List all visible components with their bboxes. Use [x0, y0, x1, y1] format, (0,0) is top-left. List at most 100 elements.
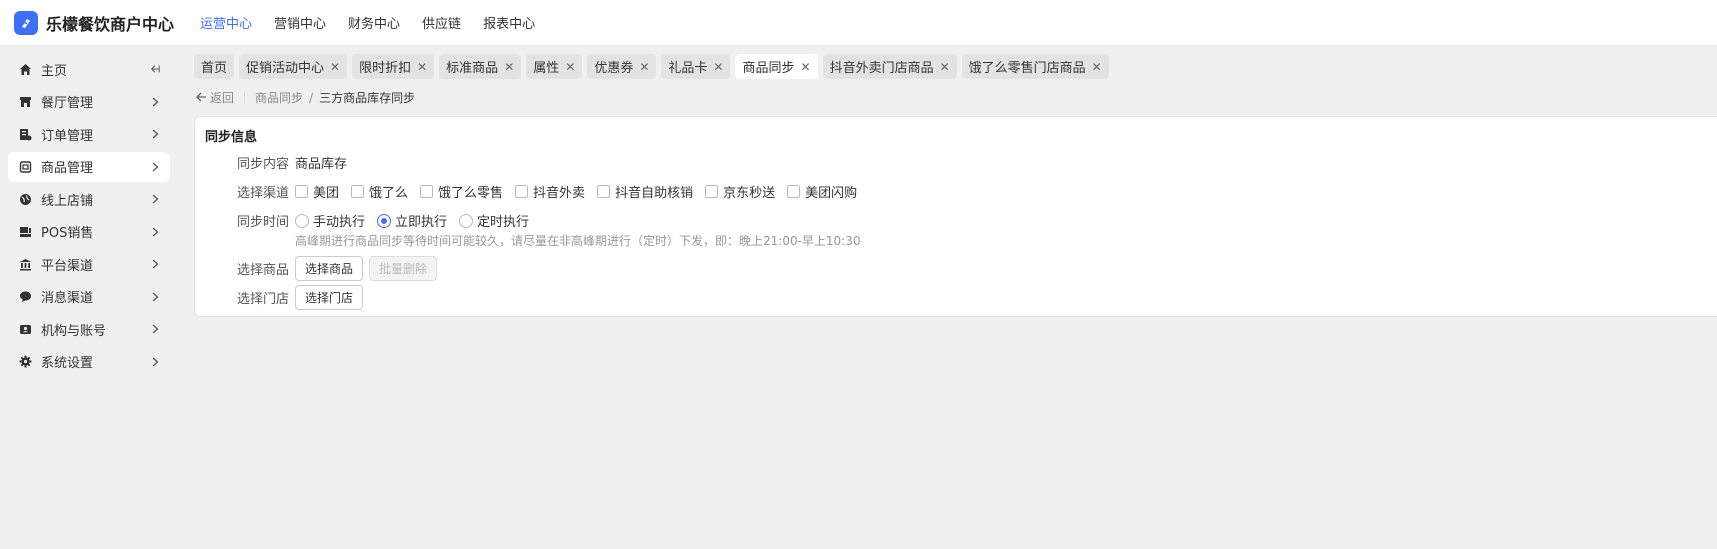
sidebar-item-goods[interactable]: 商品管理 [8, 151, 170, 182]
radio-immediate[interactable]: 立即执行 [377, 211, 447, 230]
channel-meituan-flash-checkbox[interactable]: 美团闪购 [787, 182, 857, 201]
tab-gift-card[interactable]: 礼品卡 ✕ [661, 54, 731, 79]
checkbox-box[interactable] [515, 185, 529, 198]
tab-attributes[interactable]: 属性 ✕ [526, 54, 583, 79]
tab-label: 标准商品 [446, 61, 499, 76]
sidebar-item-settings[interactable]: 系统设置 [8, 347, 170, 377]
close-icon[interactable]: ✕ [940, 60, 950, 74]
store-icon [18, 95, 32, 109]
collapse-sidebar-icon[interactable] [150, 64, 160, 74]
radio-circle[interactable] [459, 213, 474, 228]
checkbox-label: 饿了么 [369, 186, 409, 201]
back-label: 返回 [210, 91, 235, 105]
sidebar-item-message[interactable]: 消息渠道 [8, 282, 170, 312]
topnav-marketing[interactable]: 营销中心 [274, 13, 326, 32]
bank-icon [18, 257, 32, 271]
topnav-operations[interactable]: 运营中心 [200, 13, 252, 32]
close-icon[interactable]: ✕ [639, 60, 649, 74]
checkbox-box[interactable] [705, 185, 719, 198]
breadcrumb-parent[interactable]: 商品同步 [255, 89, 303, 106]
account-icon [18, 322, 32, 336]
sync-time-hint: 高峰期进行商品同步等待时间可能较久，请尽量在非高峰期进行（定时）下发，即：晚上2… [295, 234, 861, 248]
chevron-right-icon [150, 324, 160, 334]
sidebar-item-label: 平台渠道 [41, 258, 94, 274]
channel-douyin-delivery-checkbox[interactable]: 抖音外卖 [515, 182, 585, 201]
close-icon[interactable]: ✕ [801, 60, 811, 74]
tab-standard-goods[interactable]: 标准商品 ✕ [439, 54, 522, 79]
radio-manual[interactable]: 手动执行 [295, 211, 365, 230]
tab-label: 限时折扣 [359, 61, 412, 76]
tab-goods-sync[interactable]: 商品同步 ✕ [735, 54, 818, 79]
tab-promotion-center[interactable]: 促销活动中心 ✕ [239, 54, 348, 79]
tab-label: 首页 [201, 61, 228, 76]
sidebar: 主页 餐厅管理 订单管理 商品管理 线上店铺 POS销售 平台渠道 消息渠道 机… [0, 46, 178, 549]
topnav-reports[interactable]: 报表中心 [483, 13, 535, 32]
close-icon[interactable]: ✕ [504, 60, 514, 74]
close-icon[interactable]: ✕ [330, 60, 340, 74]
checkbox-box[interactable] [787, 185, 801, 198]
channel-meituan-checkbox[interactable]: 美团 [295, 182, 339, 201]
chevron-right-icon [150, 162, 160, 172]
sidebar-item-home[interactable]: 主页 [8, 54, 170, 84]
pos-icon [18, 225, 32, 239]
select-goods-button[interactable]: 选择商品 [295, 256, 364, 281]
checkbox-box[interactable] [351, 185, 365, 198]
goods-label: 选择商品 [237, 263, 290, 278]
breadcrumb-current: 三方商品库存同步 [319, 91, 416, 105]
radio-circle[interactable] [295, 213, 309, 228]
radio-label: 立即执行 [395, 215, 448, 230]
close-icon[interactable]: ✕ [1092, 60, 1102, 74]
tab-douyin-store-goods[interactable]: 抖音外卖门店商品 ✕ [822, 54, 957, 79]
tab-label: 商品同步 [742, 61, 795, 76]
row-sync-content: 同步内容 商品库存 [237, 153, 347, 172]
checkbox-label: 饿了么零售 [438, 186, 504, 201]
channel-jd-checkbox[interactable]: 京东秒送 [705, 182, 775, 201]
sidebar-item-platform[interactable]: 平台渠道 [8, 249, 170, 279]
channel-eleme-checkbox[interactable]: 饿了么 [351, 182, 408, 201]
brand-logo-icon [14, 10, 38, 35]
tab-bar: 首页 促销活动中心 ✕ 限时折扣 ✕ 标准商品 ✕ 属性 ✕ 优惠券 ✕ 礼品卡 ✕ 商品同… [194, 54, 1114, 79]
radio-circle[interactable] [377, 213, 392, 228]
checkbox-box[interactable] [597, 185, 611, 198]
topnav-supply-chain[interactable]: 供应链 [422, 13, 461, 32]
batch-delete-button[interactable]: 批量删除 [369, 256, 438, 281]
tab-home[interactable]: 首页 [194, 54, 235, 79]
checkbox-box[interactable] [420, 185, 434, 198]
globe-icon [18, 192, 32, 206]
sidebar-item-online-store[interactable]: 线上店铺 [8, 184, 170, 214]
message-icon [18, 290, 32, 304]
close-icon[interactable]: ✕ [417, 60, 427, 74]
back-button[interactable]: 返回 [196, 89, 234, 106]
top-nav: 运营中心 营销中心 财务中心 供应链 报表中心 [200, 13, 557, 32]
tab-coupons[interactable]: 优惠券 ✕ [587, 54, 657, 79]
tab-eleme-retail-store-goods[interactable]: 饿了么零售门店商品 ✕ [961, 54, 1109, 79]
sync-info-card: 同步信息 同步内容 商品库存 选择渠道 美团 饿了么 饿了么零售 抖音外卖 抖音… [194, 116, 1717, 317]
sidebar-item-label: 订单管理 [41, 128, 94, 144]
chevron-right-icon [150, 357, 160, 367]
radio-scheduled[interactable]: 定时执行 [459, 211, 529, 230]
tab-flash-discount[interactable]: 限时折扣 ✕ [352, 54, 435, 79]
channel-douyin-self-verify-checkbox[interactable]: 抖音自助核销 [597, 182, 693, 201]
sidebar-item-orders[interactable]: 订单管理 [8, 119, 170, 149]
close-icon[interactable]: ✕ [713, 60, 723, 74]
brand[interactable]: 乐檬餐饮商户中心 [0, 10, 200, 35]
sidebar-item-restaurant[interactable]: 餐厅管理 [8, 87, 170, 117]
tab-label: 促销活动中心 [246, 61, 325, 76]
row-goods: 选择商品 选择商品 批量删除 [237, 256, 443, 281]
sidebar-item-label: 餐厅管理 [41, 96, 94, 111]
breadcrumb-divider [244, 91, 246, 104]
channel-label: 选择渠道 [237, 186, 290, 201]
topnav-finance[interactable]: 财务中心 [348, 13, 400, 32]
tab-label: 抖音外卖门店商品 [829, 61, 934, 76]
channel-eleme-retail-checkbox[interactable]: 饿了么零售 [420, 182, 503, 201]
select-store-button[interactable]: 选择门店 [295, 285, 364, 310]
chevron-right-icon [150, 194, 160, 204]
breadcrumb-separator: / [309, 90, 314, 105]
brand-name: 乐檬餐饮商户中心 [46, 14, 175, 34]
close-icon[interactable]: ✕ [565, 60, 575, 74]
tab-label: 属性 [533, 61, 560, 76]
sidebar-item-pos[interactable]: POS销售 [8, 217, 170, 247]
sidebar-item-account[interactable]: 机构与账号 [8, 314, 170, 344]
checkbox-box[interactable] [295, 185, 308, 198]
gear-icon [18, 355, 32, 369]
